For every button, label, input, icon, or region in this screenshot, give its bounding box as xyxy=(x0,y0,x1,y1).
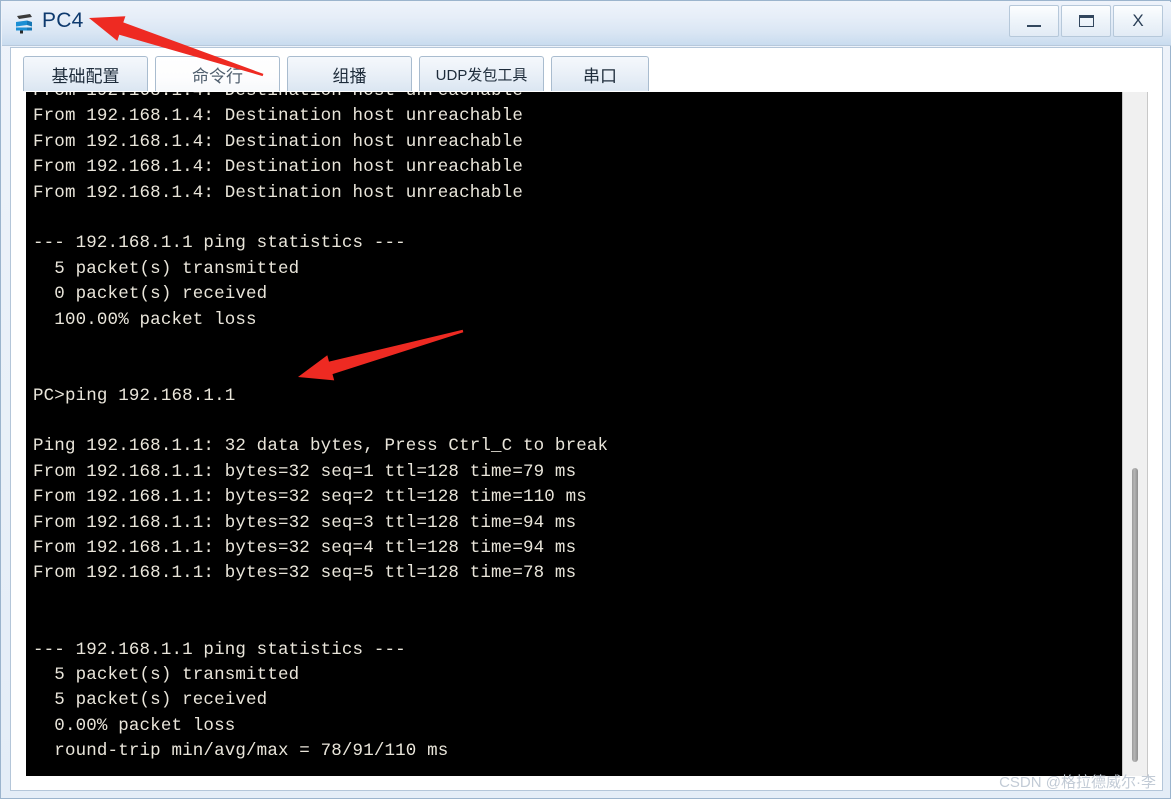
console-line: 0.00% packet loss xyxy=(33,715,236,736)
console-line: round-trip min/avg/max = 78/91/110 ms xyxy=(33,741,449,762)
close-icon: X xyxy=(1132,11,1144,30)
tab-label: 串口 xyxy=(583,66,617,86)
console-line: --- 192.168.1.1 ping statistics --- xyxy=(33,233,406,254)
minimize-icon xyxy=(1027,24,1041,27)
client-panel: 基础配置 命令行 组播 UDP发包工具 串口 From 192.168.1.4: Des… xyxy=(10,47,1163,791)
console-line: From 192.168.1.1: bytes=32 seq=1 ttl=128… xyxy=(33,461,577,482)
console-line: 5 packet(s) received xyxy=(33,690,268,711)
window-titlebar: PC4 X xyxy=(2,2,1171,46)
tab-label: 命令行 xyxy=(192,66,243,86)
tab-4[interactable]: 串口 xyxy=(551,56,649,91)
console-line: 100.00% packet loss xyxy=(33,309,257,330)
console-line: 5 packet(s) transmitted xyxy=(33,258,300,279)
console-line: From 192.168.1.4: Destination host unrea… xyxy=(33,182,523,203)
console-line: PC>ping 192.168.1.1 xyxy=(33,385,236,406)
console-line: From 192.168.1.1: bytes=32 seq=3 ttl=128… xyxy=(33,512,577,533)
minimize-button[interactable] xyxy=(1009,5,1059,37)
console-line: From 192.168.1.1: bytes=32 seq=4 ttl=128… xyxy=(33,538,577,559)
window-title: PC4 xyxy=(42,9,84,32)
maximize-button[interactable] xyxy=(1061,5,1111,37)
close-button[interactable]: X xyxy=(1113,5,1163,37)
console-line: From 192.168.1.4: Destination host unrea… xyxy=(33,92,608,104)
console-line: From 192.168.1.1: bytes=32 seq=5 ttl=128… xyxy=(33,563,577,584)
tab-strip: 基础配置 命令行 组播 UDP发包工具 串口 xyxy=(11,48,1162,92)
console-scrollbar[interactable] xyxy=(1122,92,1148,776)
tab-1[interactable]: 命令行 xyxy=(155,56,280,91)
console-line: --- 192.168.1.1 ping statistics --- xyxy=(33,639,406,660)
tab-0[interactable]: 基础配置 xyxy=(23,56,148,91)
tab-label: UDP发包工具 xyxy=(435,66,528,84)
console-line: From 192.168.1.4: Destination host unrea… xyxy=(33,131,523,152)
command-line-console[interactable]: From 192.168.1.4: Destination host unrea… xyxy=(26,92,1122,776)
scrollbar-thumb[interactable] xyxy=(1132,468,1138,762)
watermark-text: CSDN @格拉德威尔·李 xyxy=(999,774,1156,791)
pc-device-icon xyxy=(12,10,38,36)
tab-2[interactable]: 组播 xyxy=(287,56,412,91)
pc-emulator-window: PC4 X 基础配置 命令行 组播 UDP发包工具 串口 From 192.168.1.… xyxy=(0,0,1171,799)
tab-3[interactable]: UDP发包工具 xyxy=(419,56,544,91)
console-line: From 192.168.1.1: bytes=32 seq=2 ttl=128… xyxy=(33,487,587,508)
console-line: From 192.168.1.4: Destination host unrea… xyxy=(33,157,523,178)
console-line: Ping 192.168.1.1: 32 data bytes, Press C… xyxy=(33,436,609,457)
tab-label: 组播 xyxy=(332,66,367,86)
console-line: From 192.168.1.4: Destination host unrea… xyxy=(33,106,523,127)
console-line: 0 packet(s) received xyxy=(33,284,268,305)
tab-label: 基础配置 xyxy=(51,66,120,86)
console-line: 5 packet(s) transmitted xyxy=(33,664,300,685)
console-output: From 192.168.1.4: Destination host unrea… xyxy=(33,92,608,776)
maximize-icon xyxy=(1078,15,1094,27)
terminal-area: From 192.168.1.4: Destination host unrea… xyxy=(26,92,1148,776)
